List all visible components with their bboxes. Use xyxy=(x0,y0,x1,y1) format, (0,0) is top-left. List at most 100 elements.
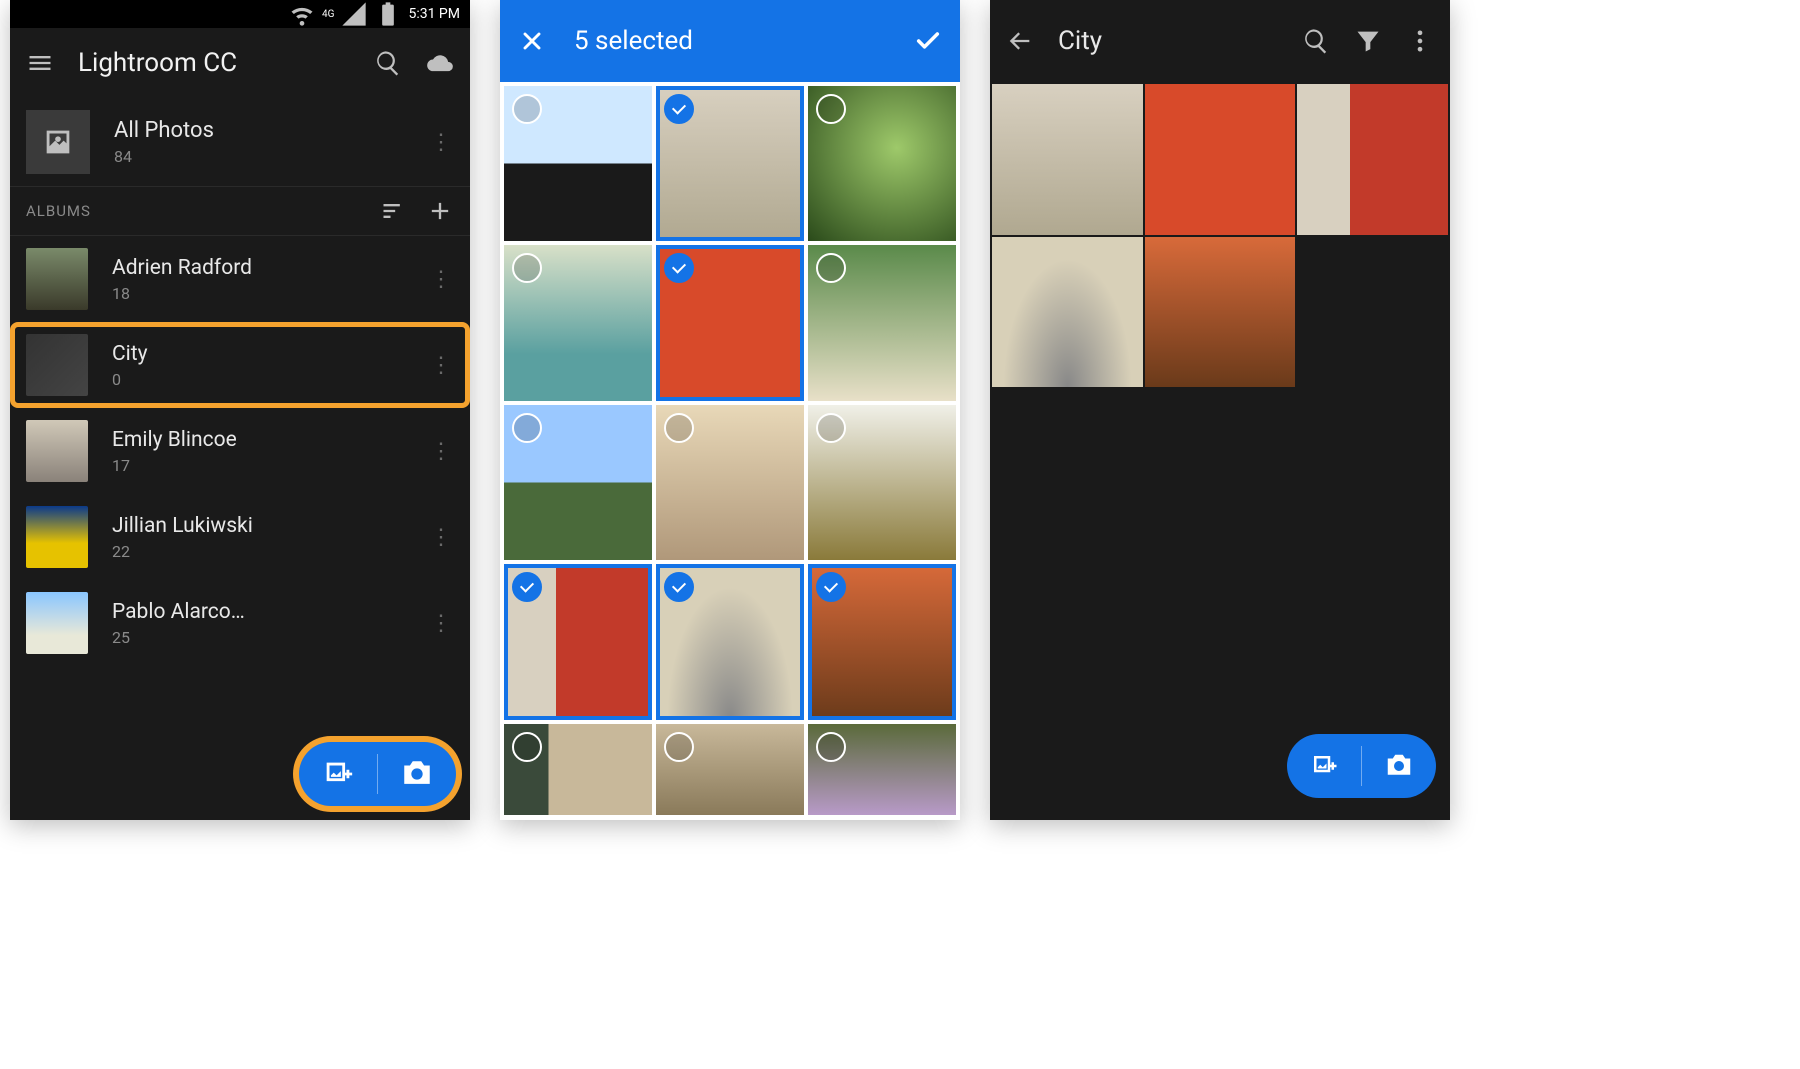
select-badge xyxy=(816,94,846,124)
fab-group xyxy=(1287,734,1436,798)
album-row[interactable]: Emily Blincoe 17 ⋮ xyxy=(10,408,470,494)
photo-thumb[interactable] xyxy=(1297,84,1448,235)
app-title: Lightroom CC xyxy=(78,48,350,78)
photo-grid xyxy=(500,82,960,819)
row-overflow-icon[interactable]: ⋮ xyxy=(430,267,454,292)
add-album-icon[interactable] xyxy=(426,197,454,225)
menu-icon[interactable] xyxy=(26,49,54,77)
select-badge xyxy=(512,413,542,443)
album-name: Pablo Alarco… xyxy=(112,600,406,624)
row-overflow-icon[interactable]: ⋮ xyxy=(430,439,454,464)
select-badge xyxy=(512,94,542,124)
screen-album-city: City xyxy=(990,0,1450,820)
fab-group xyxy=(299,742,456,806)
album-thumb xyxy=(26,248,88,310)
photo-thumb[interactable] xyxy=(808,405,956,560)
status-bar: 4G 5:31 PM xyxy=(10,0,470,28)
select-badge xyxy=(512,572,542,602)
filter-icon[interactable] xyxy=(1354,27,1382,55)
album-row[interactable]: Pablo Alarco… 25 ⋮ xyxy=(10,580,470,666)
album-thumb xyxy=(26,506,88,568)
fab-divider xyxy=(1361,746,1362,786)
fab-divider xyxy=(377,754,378,794)
select-badge xyxy=(664,253,694,283)
battery-icon xyxy=(374,0,402,28)
albums-section-bar: ALBUMS xyxy=(10,186,470,236)
album-count: 0 xyxy=(112,370,406,389)
photo-thumb[interactable] xyxy=(504,405,652,560)
all-photos-row[interactable]: All Photos 84 ⋮ xyxy=(10,98,470,186)
close-selection-button[interactable] xyxy=(518,27,546,55)
photo-thumb[interactable] xyxy=(656,405,804,560)
album-thumb xyxy=(26,334,88,396)
album-row[interactable]: City 0 ⋮ xyxy=(10,322,470,408)
search-icon[interactable] xyxy=(374,49,402,77)
select-badge xyxy=(664,94,694,124)
row-overflow-icon[interactable]: ⋮ xyxy=(430,130,454,155)
add-photos-button[interactable] xyxy=(1309,751,1339,781)
photo-thumb[interactable] xyxy=(808,86,956,241)
signal-icon xyxy=(340,0,368,28)
photo-thumb[interactable] xyxy=(808,245,956,400)
all-photos-label: All Photos xyxy=(114,118,406,143)
album-count: 25 xyxy=(112,628,406,647)
all-photos-count: 84 xyxy=(114,147,406,166)
photo-grid xyxy=(990,82,1450,389)
clock-label: 5:31 PM xyxy=(408,6,460,22)
photo-thumb[interactable] xyxy=(808,724,956,816)
album-count: 17 xyxy=(112,456,406,475)
search-icon[interactable] xyxy=(1302,27,1330,55)
row-overflow-icon[interactable]: ⋮ xyxy=(430,611,454,636)
select-badge xyxy=(664,572,694,602)
album-name: Jillian Lukiwski xyxy=(112,514,406,538)
album-thumb xyxy=(26,592,88,654)
photo-thumb[interactable] xyxy=(1145,84,1296,235)
photo-thumb[interactable] xyxy=(504,564,652,719)
network-label: 4G xyxy=(322,9,334,20)
select-badge xyxy=(816,253,846,283)
album-count: 18 xyxy=(112,284,406,303)
add-photos-button[interactable] xyxy=(321,757,355,791)
photo-thumb[interactable] xyxy=(504,245,652,400)
overflow-icon[interactable] xyxy=(1406,27,1434,55)
cloud-sync-icon[interactable] xyxy=(426,49,454,77)
photo-thumb[interactable] xyxy=(1145,237,1296,388)
photo-thumb[interactable] xyxy=(656,724,804,816)
select-badge xyxy=(816,572,846,602)
photo-thumb[interactable] xyxy=(656,564,804,719)
photo-thumb[interactable] xyxy=(504,724,652,816)
select-badge xyxy=(664,413,694,443)
photo-thumb[interactable] xyxy=(992,84,1143,235)
sort-icon[interactable] xyxy=(380,197,408,225)
select-badge xyxy=(512,253,542,283)
screen-albums-list: 4G 5:31 PM Lightroom CC xyxy=(10,0,470,820)
album-name: City xyxy=(112,342,406,366)
camera-button[interactable] xyxy=(1384,751,1414,781)
photo-thumb[interactable] xyxy=(992,237,1143,388)
app-bar: City xyxy=(990,0,1450,82)
album-name: Emily Blincoe xyxy=(112,428,406,452)
all-photos-thumb xyxy=(26,110,90,174)
photo-thumb[interactable] xyxy=(504,86,652,241)
back-button[interactable] xyxy=(1006,27,1034,55)
app-bar: Lightroom CC xyxy=(10,28,470,98)
row-overflow-icon[interactable]: ⋮ xyxy=(430,353,454,378)
select-badge xyxy=(664,732,694,762)
selection-bar: 5 selected xyxy=(500,0,960,82)
row-overflow-icon[interactable]: ⋮ xyxy=(430,525,454,550)
album-title: City xyxy=(1058,26,1278,56)
albums-section-label: ALBUMS xyxy=(26,202,362,220)
photo-thumb[interactable] xyxy=(808,564,956,719)
album-row[interactable]: Jillian Lukiwski 22 ⋮ xyxy=(10,494,470,580)
select-badge xyxy=(816,732,846,762)
photo-thumb[interactable] xyxy=(656,245,804,400)
image-icon xyxy=(41,125,75,159)
album-name: Adrien Radford xyxy=(112,256,406,280)
album-count: 22 xyxy=(112,542,406,561)
selection-count-label: 5 selected xyxy=(574,26,886,56)
camera-button[interactable] xyxy=(400,757,434,791)
album-row[interactable]: Adrien Radford 18 ⋮ xyxy=(10,236,470,322)
album-thumb xyxy=(26,420,88,482)
confirm-selection-button[interactable] xyxy=(914,27,942,55)
photo-thumb[interactable] xyxy=(656,86,804,241)
